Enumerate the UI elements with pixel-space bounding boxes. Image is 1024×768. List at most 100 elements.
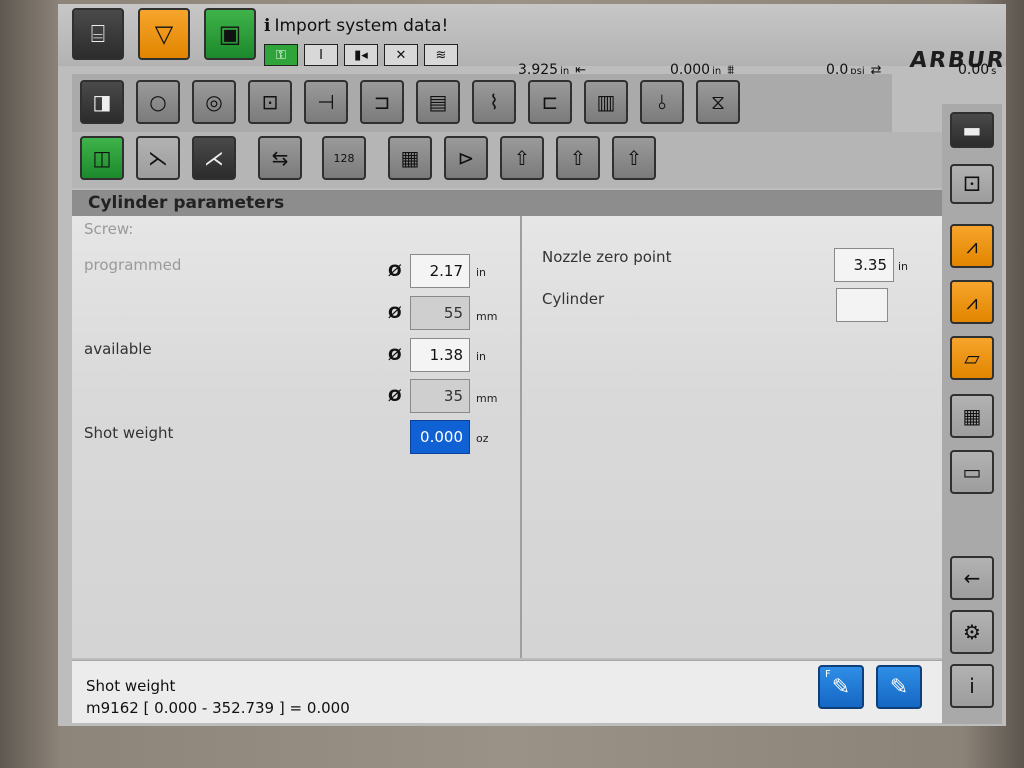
document-3-button[interactable]: ⇧ [612, 136, 656, 180]
nozzle-zero-point-label: Nozzle zero point [542, 248, 672, 266]
key-icon: ⚿ [264, 44, 298, 66]
diameter-symbol: Ø [388, 345, 402, 364]
screw-icon: ≋ [424, 44, 458, 66]
heater-button[interactable]: ▤ [416, 80, 460, 124]
hmi-screen: ⌸ ▽ ▣ i Import system data! ⚿ I ▮◂ ✕ ≋ AR… [58, 4, 1006, 726]
status-footer: Shot weight m9162 [ 0.000 - 352.739 ] = … [72, 660, 942, 723]
settings-button[interactable]: ⚙ [950, 610, 994, 654]
clamp-button[interactable]: ⊡ [248, 80, 292, 124]
setup-button[interactable]: ◫ [80, 136, 124, 180]
door-icon: ▣ [218, 20, 242, 48]
info-button[interactable]: i [950, 664, 994, 708]
nozzle-zero-point-field[interactable]: 3.35 [834, 248, 894, 282]
shot-weight-unit: oz [476, 432, 489, 445]
cylinder-temp-button[interactable]: ⊏ [528, 80, 572, 124]
back-icon: ← [963, 566, 981, 590]
curve-adjust-icon: ⩘ [966, 290, 978, 314]
nozzle-button[interactable]: ⊐ [360, 80, 404, 124]
message-button[interactable]: ▭ [950, 450, 994, 494]
probe-button[interactable]: ⫰ [640, 80, 684, 124]
door-button[interactable]: ◨ [80, 80, 124, 124]
nozzle-unit: in [898, 260, 909, 273]
available-diameter-mm-field: 35 [410, 379, 470, 413]
shot-weight-field[interactable]: 0.000 [410, 420, 470, 454]
clamp-icon: ⊡ [261, 90, 279, 114]
mold-temp-icon: ▥ [596, 90, 616, 114]
document-send-icon: ⊳ [457, 146, 475, 170]
curve-button[interactable]: ⩘ [950, 224, 994, 268]
pencil-icon: ✎ [831, 674, 851, 700]
screw-label: Screw: [84, 220, 134, 238]
gripper-button[interactable]: ⧖ [696, 80, 740, 124]
document-send-button[interactable]: ⊳ [444, 136, 488, 180]
edit-f-button[interactable]: F ✎ [818, 665, 864, 709]
heater-icon: ▤ [428, 90, 448, 114]
document-1-icon: ⇧ [513, 146, 531, 170]
mold-temp-button[interactable]: ▥ [584, 80, 628, 124]
window-title[interactable]: i Import system data! [264, 16, 448, 36]
palette-button[interactable]: ▬ [950, 112, 994, 148]
screw-config-icon: ⋌ [204, 146, 224, 170]
overview-button[interactable]: ⚀ [950, 164, 994, 204]
protocol-button[interactable]: ▱ [950, 336, 994, 380]
temperature-icon: ⌇ [489, 90, 499, 114]
document-icon: ▦ [400, 146, 420, 170]
safety-door-button[interactable]: ▣ [204, 8, 256, 60]
injection-profile-icon: ⋋ [148, 146, 168, 170]
diameter-symbol: Ø [388, 303, 402, 322]
machine-status-button[interactable]: ⌸ [72, 8, 124, 60]
programmed-label: programmed [84, 256, 182, 274]
overview-icon: ⚀ [963, 172, 981, 196]
settings-icon: ⚙ [963, 620, 981, 644]
title-text: Import system data! [274, 16, 449, 36]
gripper-icon: ⧖ [710, 90, 726, 114]
robot-button[interactable]: ⇆ [258, 136, 302, 180]
time-readout: 0.00 s [958, 62, 996, 78]
header-bar: ⌸ ▽ ▣ i Import system data! ⚿ I ▮◂ ✕ ≋ AR… [58, 4, 1006, 73]
ejector-button[interactable]: ⊣ [304, 80, 348, 124]
screw-config-button[interactable]: ⋌ [192, 136, 236, 180]
programmed-diameter-in-field[interactable]: 2.17 [410, 254, 470, 288]
document-2-button[interactable]: ⇧ [556, 136, 600, 180]
probe-icon: ⫰ [657, 90, 667, 114]
available-mm-unit: mm [476, 392, 498, 405]
warning-triangle-icon: ▽ [154, 20, 174, 48]
document-2-icon: ⇧ [569, 146, 587, 170]
message-icon: ▭ [962, 460, 982, 484]
time-unit: s [991, 66, 997, 77]
document-button[interactable]: ▦ [388, 136, 432, 180]
circle-icon: ○ [149, 90, 167, 114]
edit-button[interactable]: ✎ [876, 665, 922, 709]
info-icon: I [304, 44, 338, 66]
cylinder-field[interactable] [836, 288, 888, 322]
injection-profile-button[interactable]: ⋋ [136, 136, 180, 180]
main-toolbar: ◨ ○ ◎ ⊡ ⊣ ⊐ ▤ ⌇ ⊏ ▥ ⫰ ⧖ [72, 74, 892, 132]
footer-parameter-range: m9162 [ 0.000 - 352.739 ] = 0.000 [86, 699, 350, 717]
palette-icon: ▬ [962, 118, 982, 142]
curve-adjust-button[interactable]: ⩘ [950, 280, 994, 324]
table-icon: ▦ [962, 404, 982, 428]
green-setup-icon: ◫ [92, 146, 112, 170]
available-diameter-in-field[interactable]: 1.38 [410, 338, 470, 372]
counter-button[interactable]: 128 [322, 136, 366, 180]
pencil-icon: ✎ [889, 674, 909, 700]
spiral-button[interactable]: ◎ [192, 80, 236, 124]
protocol-icon: ▱ [964, 346, 980, 370]
info-icon: i [969, 674, 975, 698]
diameter-symbol: Ø [388, 261, 402, 280]
shot-weight-label: Shot weight [84, 424, 174, 442]
table-button[interactable]: ▦ [950, 394, 994, 438]
cylinder-parameters-panel: Screw: programmed Ø 2.17 in Ø 55 mm avai… [72, 216, 942, 658]
alarm-button[interactable]: ▽ [138, 8, 190, 60]
temperature-button[interactable]: ⌇ [472, 80, 516, 124]
footer-parameter-name: Shot weight [86, 677, 176, 695]
cycle-button[interactable]: ○ [136, 80, 180, 124]
programmed-mm-unit: mm [476, 310, 498, 323]
time-value: 0.00 [958, 62, 990, 78]
info-prefix: i [264, 16, 271, 36]
right-sidebar: ▬ ⚀ ⩘ ⩘ ▱ ▦ ▭ ← ⚙ i [942, 104, 1002, 724]
nozzle-icon: ⊐ [373, 90, 391, 114]
document-1-button[interactable]: ⇧ [500, 136, 544, 180]
curve-icon: ⩘ [966, 234, 978, 258]
back-button[interactable]: ← [950, 556, 994, 600]
